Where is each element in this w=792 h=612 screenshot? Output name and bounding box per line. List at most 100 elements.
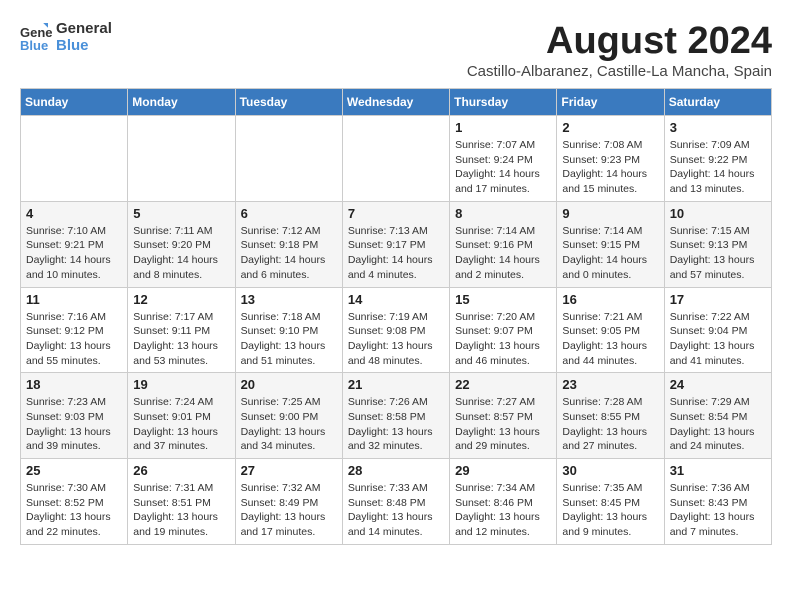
day-number: 19: [133, 377, 229, 392]
day-cell: [128, 116, 235, 202]
day-header-friday: Friday: [557, 89, 664, 116]
day-cell: 4 Sunrise: 7:10 AM Sunset: 9:21 PM Daylig…: [21, 201, 128, 287]
day-number: 29: [455, 463, 551, 478]
day-number: 28: [348, 463, 444, 478]
day-cell: 17 Sunrise: 7:22 AM Sunset: 9:04 PM Dayli…: [664, 287, 771, 373]
day-cell: 24Sunrise: 7:29 AM Sunset: 8:54 PM Dayli…: [664, 373, 771, 459]
logo: General Blue General Blue: [20, 20, 112, 55]
logo-line1: General: [56, 20, 112, 37]
day-number: 4: [26, 206, 122, 221]
day-number: 23: [562, 377, 658, 392]
day-number: 16: [562, 292, 658, 307]
day-header-sunday: Sunday: [21, 89, 128, 116]
day-header-thursday: Thursday: [450, 89, 557, 116]
day-number: 1: [455, 120, 551, 135]
calendar: SundayMondayTuesdayWednesdayThursdayFrid…: [20, 88, 772, 545]
svg-text:Blue: Blue: [20, 38, 48, 51]
day-info: Sunrise: 7:12 AM Sunset: 9:18 PM Dayligh…: [241, 224, 337, 283]
day-number: 27: [241, 463, 337, 478]
day-cell: 7 Sunrise: 7:13 AM Sunset: 9:17 PM Daylig…: [342, 201, 449, 287]
day-cell: 16 Sunrise: 7:21 AM Sunset: 9:05 PM Dayli…: [557, 287, 664, 373]
day-cell: 20Sunrise: 7:25 AM Sunset: 9:00 PM Dayli…: [235, 373, 342, 459]
day-cell: 13Sunrise: 7:18 AM Sunset: 9:10 PM Dayli…: [235, 287, 342, 373]
day-number: 11: [26, 292, 122, 307]
day-cell: 28 Sunrise: 7:33 AM Sunset: 8:48 PM Dayli…: [342, 459, 449, 545]
day-cell: 31 Sunrise: 7:36 AM Sunset: 8:43 PM Dayli…: [664, 459, 771, 545]
day-number: 14: [348, 292, 444, 307]
day-number: 9: [562, 206, 658, 221]
week-row-2: 4 Sunrise: 7:10 AM Sunset: 9:21 PM Daylig…: [21, 201, 772, 287]
day-number: 24: [670, 377, 766, 392]
day-cell: 26Sunrise: 7:31 AM Sunset: 8:51 PM Dayli…: [128, 459, 235, 545]
day-info: Sunrise: 7:14 AM Sunset: 9:16 PM Dayligh…: [455, 224, 551, 283]
day-cell: 27 Sunrise: 7:32 AM Sunset: 8:49 PM Dayli…: [235, 459, 342, 545]
day-number: 8: [455, 206, 551, 221]
day-info: Sunrise: 7:21 AM Sunset: 9:05 PM Dayligh…: [562, 310, 658, 369]
day-number: 31: [670, 463, 766, 478]
day-info: Sunrise: 7:33 AM Sunset: 8:48 PM Dayligh…: [348, 481, 444, 540]
day-info: Sunrise: 7:18 AM Sunset: 9:10 PM Dayligh…: [241, 310, 337, 369]
day-info: Sunrise: 7:35 AM Sunset: 8:45 PM Dayligh…: [562, 481, 658, 540]
day-number: 15: [455, 292, 551, 307]
day-number: 20: [241, 377, 337, 392]
day-number: 18: [26, 377, 122, 392]
day-info: Sunrise: 7:27 AM Sunset: 8:57 PM Dayligh…: [455, 395, 551, 454]
day-info: Sunrise: 7:13 AM Sunset: 9:17 PM Dayligh…: [348, 224, 444, 283]
day-header-wednesday: Wednesday: [342, 89, 449, 116]
day-number: 6: [241, 206, 337, 221]
week-row-5: 25 Sunrise: 7:30 AM Sunset: 8:52 PM Dayli…: [21, 459, 772, 545]
day-cell: 30 Sunrise: 7:35 AM Sunset: 8:45 PM Dayli…: [557, 459, 664, 545]
day-number: 22: [455, 377, 551, 392]
day-cell: 5 Sunrise: 7:11 AM Sunset: 9:20 PM Daylig…: [128, 201, 235, 287]
logo-icon: General Blue: [20, 23, 52, 51]
day-info: Sunrise: 7:15 AM Sunset: 9:13 PM Dayligh…: [670, 224, 766, 283]
calendar-header: SundayMondayTuesdayWednesdayThursdayFrid…: [21, 89, 772, 116]
day-info: Sunrise: 7:23 AM Sunset: 9:03 PM Dayligh…: [26, 395, 122, 454]
day-cell: [235, 116, 342, 202]
month-title: August 2024: [467, 20, 772, 63]
day-info: Sunrise: 7:20 AM Sunset: 9:07 PM Dayligh…: [455, 310, 551, 369]
day-info: Sunrise: 7:09 AM Sunset: 9:22 PM Dayligh…: [670, 138, 766, 197]
day-info: Sunrise: 7:32 AM Sunset: 8:49 PM Dayligh…: [241, 481, 337, 540]
day-number: 25: [26, 463, 122, 478]
day-number: 12: [133, 292, 229, 307]
day-info: Sunrise: 7:11 AM Sunset: 9:20 PM Dayligh…: [133, 224, 229, 283]
day-cell: 8 Sunrise: 7:14 AM Sunset: 9:16 PM Daylig…: [450, 201, 557, 287]
day-number: 2: [562, 120, 658, 135]
day-cell: 22 Sunrise: 7:27 AM Sunset: 8:57 PM Dayli…: [450, 373, 557, 459]
day-cell: 1 Sunrise: 7:07 AM Sunset: 9:24 PM Daylig…: [450, 116, 557, 202]
day-cell: 12 Sunrise: 7:17 AM Sunset: 9:11 PM Dayli…: [128, 287, 235, 373]
day-number: 30: [562, 463, 658, 478]
day-cell: 6 Sunrise: 7:12 AM Sunset: 9:18 PM Daylig…: [235, 201, 342, 287]
day-cell: [342, 116, 449, 202]
week-row-3: 11 Sunrise: 7:16 AM Sunset: 9:12 PM Dayli…: [21, 287, 772, 373]
day-number: 21: [348, 377, 444, 392]
logo-line2: Blue: [56, 37, 112, 54]
day-info: Sunrise: 7:10 AM Sunset: 9:21 PM Dayligh…: [26, 224, 122, 283]
day-info: Sunrise: 7:17 AM Sunset: 9:11 PM Dayligh…: [133, 310, 229, 369]
day-cell: 10 Sunrise: 7:15 AM Sunset: 9:13 PM Dayli…: [664, 201, 771, 287]
day-number: 10: [670, 206, 766, 221]
day-cell: 14 Sunrise: 7:19 AM Sunset: 9:08 PM Dayli…: [342, 287, 449, 373]
day-cell: 25 Sunrise: 7:30 AM Sunset: 8:52 PM Dayli…: [21, 459, 128, 545]
day-cell: 2 Sunrise: 7:08 AM Sunset: 9:23 PM Daylig…: [557, 116, 664, 202]
day-info: Sunrise: 7:08 AM Sunset: 9:23 PM Dayligh…: [562, 138, 658, 197]
day-number: 5: [133, 206, 229, 221]
day-info: Sunrise: 7:34 AM Sunset: 8:46 PM Dayligh…: [455, 481, 551, 540]
day-info: Sunrise: 7:19 AM Sunset: 9:08 PM Dayligh…: [348, 310, 444, 369]
day-info: Sunrise: 7:22 AM Sunset: 9:04 PM Dayligh…: [670, 310, 766, 369]
day-info: Sunrise: 7:07 AM Sunset: 9:24 PM Dayligh…: [455, 138, 551, 197]
day-header-saturday: Saturday: [664, 89, 771, 116]
day-cell: 3Sunrise: 7:09 AM Sunset: 9:22 PM Daylig…: [664, 116, 771, 202]
day-info: Sunrise: 7:28 AM Sunset: 8:55 PM Dayligh…: [562, 395, 658, 454]
day-info: Sunrise: 7:36 AM Sunset: 8:43 PM Dayligh…: [670, 481, 766, 540]
week-row-1: 1 Sunrise: 7:07 AM Sunset: 9:24 PM Daylig…: [21, 116, 772, 202]
day-cell: 18 Sunrise: 7:23 AM Sunset: 9:03 PM Dayli…: [21, 373, 128, 459]
day-cell: 19Sunrise: 7:24 AM Sunset: 9:01 PM Dayli…: [128, 373, 235, 459]
day-info: Sunrise: 7:16 AM Sunset: 9:12 PM Dayligh…: [26, 310, 122, 369]
day-info: Sunrise: 7:30 AM Sunset: 8:52 PM Dayligh…: [26, 481, 122, 540]
day-cell: [21, 116, 128, 202]
day-number: 17: [670, 292, 766, 307]
day-number: 7: [348, 206, 444, 221]
day-cell: 15 Sunrise: 7:20 AM Sunset: 9:07 PM Dayli…: [450, 287, 557, 373]
